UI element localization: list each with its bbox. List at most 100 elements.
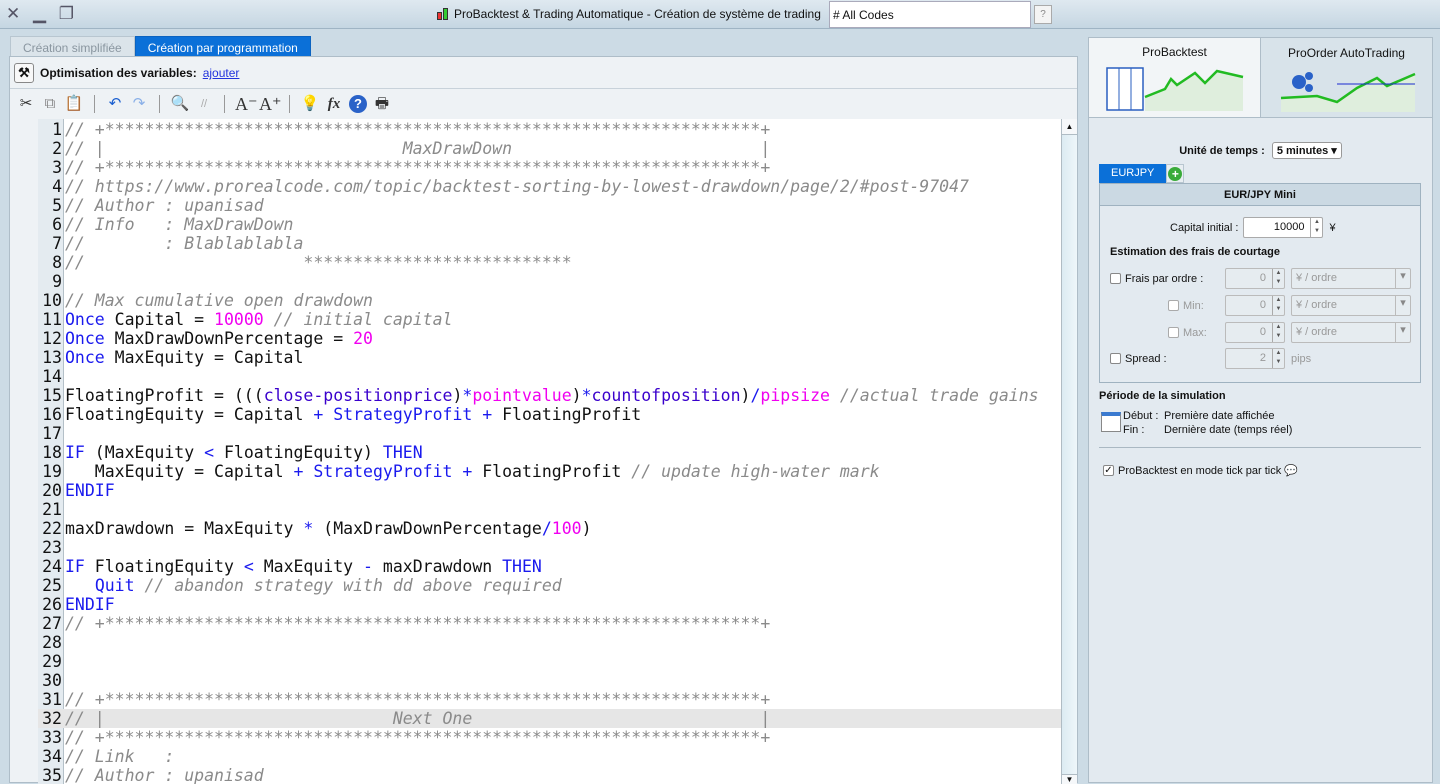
code-line[interactable]: 10// Max cumulative open drawdown	[38, 291, 1061, 310]
tab-probacktest[interactable]: ProBacktest	[1089, 38, 1261, 117]
help-icon[interactable]: ?	[348, 94, 368, 114]
comment-icon[interactable]: //	[194, 94, 214, 114]
code-line[interactable]: 4// https://www.prorealcode.com/topic/ba…	[38, 177, 1061, 196]
spread-checkbox[interactable]	[1110, 353, 1121, 364]
tick-by-tick-checkbox[interactable]: ✓	[1103, 465, 1114, 476]
vertical-scrollbar[interactable]: ▲ ▼	[1061, 119, 1077, 784]
line-number: 15	[42, 386, 62, 405]
stepper[interactable]: ▲ ▼	[1272, 296, 1284, 315]
code-line[interactable]: 14	[38, 367, 1061, 386]
window-controls[interactable]: ✕ ▁ ❐	[6, 4, 78, 24]
code-line[interactable]: 1// +***********************************…	[38, 120, 1061, 139]
tab-eurjpy[interactable]: EURJPY	[1099, 164, 1167, 183]
spread-input[interactable]: 2 ▲ ▼	[1225, 348, 1285, 369]
code-line[interactable]: 27// +**********************************…	[38, 614, 1061, 633]
code-line[interactable]: 15 FloatingProfit = (((close-positionpric…	[38, 386, 1061, 405]
fees-per-order-checkbox[interactable]	[1110, 273, 1121, 284]
copy-icon[interactable]: ⧉	[40, 94, 60, 114]
max-fee-unit-select[interactable]: ¥ / ordre	[1291, 322, 1411, 343]
tab-proorder[interactable]: ProOrder AutoTrading	[1261, 38, 1432, 117]
code-line[interactable]: 33// +**********************************…	[38, 728, 1061, 747]
add-variable-link[interactable]: ajouter	[203, 66, 240, 80]
code-token: Once	[65, 329, 105, 348]
code-line[interactable]: 25 Quit // abandon strategy with dd abov…	[38, 576, 1061, 595]
function-icon[interactable]: fx	[324, 94, 344, 114]
min-fee-unit-select[interactable]: ¥ / ordre	[1291, 295, 1411, 316]
print-icon[interactable]: 🖶	[372, 94, 392, 114]
undo-icon[interactable]: ↶	[105, 94, 125, 114]
stepper[interactable]: ▲ ▼	[1272, 323, 1284, 342]
lightbulb-icon[interactable]: 💡	[300, 94, 320, 114]
code-token: +	[482, 405, 493, 424]
max-fee-input[interactable]: 0 ▲ ▼	[1225, 322, 1285, 343]
spread-value: 2	[1259, 352, 1266, 364]
paste-icon[interactable]: 📋	[64, 94, 84, 114]
code-line[interactable]: 8// ***************************	[38, 253, 1061, 272]
scroll-up-arrow-icon[interactable]: ▲	[1062, 119, 1077, 135]
code-lines[interactable]: 1// +***********************************…	[38, 120, 1061, 784]
backtest-chart-icon	[1105, 67, 1243, 111]
cut-icon[interactable]: ✂	[16, 94, 36, 114]
tab-simplified[interactable]: Création simplifiée	[10, 36, 135, 57]
code-line[interactable]: 22 maxDrawdown = MaxEquity * (MaxDrawDown…	[38, 519, 1061, 538]
code-line[interactable]: 7// : Blablablabla	[38, 234, 1061, 253]
line-number: 34	[42, 747, 62, 766]
capital-input[interactable]: 10000 ▲ ▼	[1243, 217, 1324, 238]
toolbar-divider	[94, 94, 95, 113]
find-icon[interactable]: 🔍	[170, 94, 190, 114]
line-number: 21	[42, 500, 62, 519]
tab-programming[interactable]: Création par programmation	[134, 36, 311, 57]
code-editor[interactable]: 1// +***********************************…	[38, 119, 1077, 784]
calendar-icon[interactable]	[1101, 412, 1121, 432]
font-increase-icon[interactable]: A⁺	[259, 94, 282, 114]
code-line[interactable]: 31// +**********************************…	[38, 690, 1061, 709]
code-line[interactable]: 16 FloatingEquity = Capital + StrategyPro…	[38, 405, 1061, 424]
stepper[interactable]: ▲ ▼	[1272, 349, 1284, 368]
wrench-icon[interactable]: ⚒	[14, 63, 34, 83]
help-document-icon[interactable]: ?	[1034, 5, 1052, 24]
timeframe-select[interactable]: 5 minutes ▾	[1271, 142, 1342, 159]
code-line[interactable]: 6// Info : MaxDrawDown	[38, 215, 1061, 234]
code-line[interactable]: 32// | Next One |	[38, 709, 1061, 728]
timeframe-row: Unité de temps : 5 minutes ▾	[1089, 142, 1432, 159]
tab-proorder-label: ProOrder AutoTrading	[1288, 46, 1405, 60]
code-line[interactable]: 23	[38, 538, 1061, 557]
code-line[interactable]: 29	[38, 652, 1061, 671]
stepper[interactable]: ▲ ▼	[1272, 269, 1284, 288]
code-line[interactable]: 12 Once MaxDrawDownPercentage = 20	[38, 329, 1061, 348]
min-fee-input[interactable]: 0 ▲ ▼	[1225, 295, 1285, 316]
line-number: 20	[42, 481, 62, 500]
code-line[interactable]: 20 ENDIF	[38, 481, 1061, 500]
code-line[interactable]: 34// Link :	[38, 747, 1061, 766]
redo-icon[interactable]: ↷	[129, 94, 149, 114]
line-number: 11	[42, 310, 62, 329]
code-line[interactable]: 21	[38, 500, 1061, 519]
code-line[interactable]: 30	[38, 671, 1061, 690]
max-fee-checkbox[interactable]	[1168, 327, 1179, 338]
code-line[interactable]: 5// Author : upanisad	[38, 196, 1061, 215]
code-line[interactable]: 13 Once MaxEquity = Capital	[38, 348, 1061, 367]
code-line[interactable]: 28	[38, 633, 1061, 652]
code-line[interactable]: 9	[38, 272, 1061, 291]
search-input[interactable]: # All Codes	[829, 1, 1031, 28]
code-line[interactable]: 18 IF (MaxEquity < FloatingEquity) THEN	[38, 443, 1061, 462]
code-line[interactable]: 19 MaxEquity = Capital + StrategyProfit …	[38, 462, 1061, 481]
end-label: Fin :	[1123, 424, 1145, 436]
code-token: ENDIF	[65, 595, 115, 614]
code-line[interactable]: 17	[38, 424, 1061, 443]
code-line[interactable]: 3// +***********************************…	[38, 158, 1061, 177]
code-token: //actual trade gains	[839, 386, 1039, 405]
code-line[interactable]: 2// | MaxDrawDown |	[38, 139, 1061, 158]
fees-per-order-unit-select[interactable]: ¥ / ordre	[1291, 268, 1411, 289]
font-decrease-icon[interactable]: A⁻	[235, 94, 258, 114]
add-instrument-button[interactable]: +	[1166, 164, 1185, 183]
code-line[interactable]: 35// Author : upanisad	[38, 766, 1061, 784]
code-line[interactable]: 26 ENDIF	[38, 595, 1061, 614]
min-fee-checkbox[interactable]	[1168, 300, 1179, 311]
info-bubble-icon[interactable]: 💬	[1284, 464, 1298, 477]
code-line[interactable]: 24 IF FloatingEquity < MaxEquity - maxDra…	[38, 557, 1061, 576]
capital-stepper[interactable]: ▲ ▼	[1310, 218, 1322, 237]
code-line[interactable]: 11 Once Capital = 10000 // initial capita…	[38, 310, 1061, 329]
fees-per-order-input[interactable]: 0 ▲ ▼	[1225, 268, 1285, 289]
